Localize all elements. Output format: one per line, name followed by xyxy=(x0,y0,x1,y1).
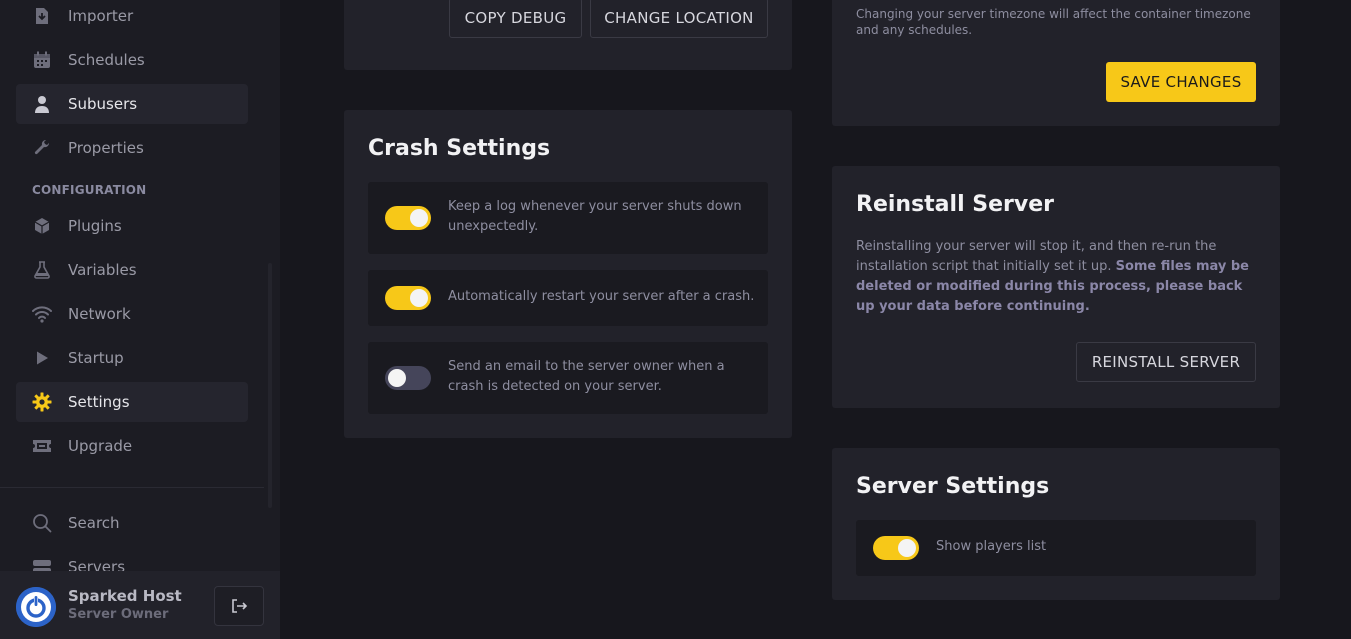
sidebar-item-label: Network xyxy=(68,305,131,323)
crash-setting-row-restart: Automatically restart your server after … xyxy=(368,270,768,326)
sidebar-item-properties[interactable]: Properties xyxy=(16,128,248,168)
sidebar-item-label: Search xyxy=(68,514,120,532)
reinstall-server-panel: Reinstall Server Reinstalling your serve… xyxy=(832,166,1280,408)
user-name: Sparked Host xyxy=(68,587,182,605)
timezone-panel: Changing your server timezone will affec… xyxy=(832,0,1280,126)
logout-button[interactable] xyxy=(214,586,264,626)
wrench-icon xyxy=(32,138,52,158)
toggle-knob xyxy=(898,539,916,557)
sidebar-item-label: Startup xyxy=(68,349,124,367)
timezone-note: Changing your server timezone will affec… xyxy=(856,7,1251,37)
user-bar: Sparked Host Server Owner xyxy=(0,571,280,639)
debug-info-panel: COPY DEBUG CHANGE LOCATION xyxy=(344,0,792,70)
sidebar-item-search[interactable]: Search xyxy=(16,503,248,543)
crash-setting-row-email: Send an email to the server owner when a… xyxy=(368,342,768,414)
sidebar-item-startup[interactable]: Startup xyxy=(16,338,248,378)
sidebar-item-label: Subusers xyxy=(68,95,138,113)
reinstall-server-button[interactable]: REINSTALL SERVER xyxy=(1076,342,1256,382)
sidebar-item-label: Variables xyxy=(68,261,137,279)
sidebar: Importer Schedules Subusers Properties C… xyxy=(0,0,280,639)
sidebar-item-label: Upgrade xyxy=(68,437,133,455)
sidebar-item-label: Properties xyxy=(68,139,144,157)
toggle-auto-restart[interactable] xyxy=(385,286,431,310)
sidebar-item-label: Plugins xyxy=(68,217,122,235)
server-setting-row-players: Show players list xyxy=(856,520,1256,576)
toggle-email-owner[interactable] xyxy=(385,366,431,390)
toggle-knob xyxy=(388,369,406,387)
toggle-keep-log[interactable] xyxy=(385,206,431,230)
reinstall-description: Reinstalling your server will stop it, a… xyxy=(856,237,1256,317)
crash-setting-row-log: Keep a log whenever your server shuts do… xyxy=(368,182,768,254)
sidebar-item-plugins[interactable]: Plugins xyxy=(16,206,248,246)
save-changes-button[interactable]: SAVE CHANGES xyxy=(1106,62,1256,102)
file-import-icon xyxy=(32,6,52,26)
power-logo-icon xyxy=(16,587,56,627)
sidebar-item-label: Settings xyxy=(68,393,130,411)
setting-text: Keep a log whenever your server shuts do… xyxy=(448,199,742,234)
sidebar-item-settings[interactable]: Settings xyxy=(16,382,248,422)
sidebar-item-upgrade[interactable]: Upgrade xyxy=(16,426,248,466)
sidebar-item-label: Importer xyxy=(68,7,134,25)
cube-icon xyxy=(32,216,52,236)
setting-text: Send an email to the server owner when a… xyxy=(448,359,725,394)
ticket-icon xyxy=(32,436,52,456)
toggle-knob xyxy=(410,289,428,307)
toggle-knob xyxy=(410,209,428,227)
sidebar-section-configuration: CONFIGURATION xyxy=(32,183,147,197)
wifi-icon xyxy=(32,304,52,324)
user-icon xyxy=(32,94,52,114)
gear-icon xyxy=(32,392,52,412)
server-settings-title: Server Settings xyxy=(856,474,1050,499)
change-location-button[interactable]: CHANGE LOCATION xyxy=(590,0,768,38)
user-role: Server Owner xyxy=(68,607,169,622)
sidebar-item-subusers[interactable]: Subusers xyxy=(16,84,248,124)
toggle-show-players[interactable] xyxy=(873,536,919,560)
sidebar-item-network[interactable]: Network xyxy=(16,294,248,334)
server-settings-panel: Server Settings Show players list xyxy=(832,448,1280,600)
setting-text: Show players list xyxy=(936,539,1047,554)
sidebar-item-importer[interactable]: Importer xyxy=(16,0,248,36)
crash-settings-panel: Crash Settings Keep a log whenever your … xyxy=(344,110,792,438)
sidebar-item-variables[interactable]: Variables xyxy=(16,250,248,290)
avatar[interactable] xyxy=(16,587,56,627)
setting-text: Automatically restart your server after … xyxy=(448,289,755,304)
sidebar-divider xyxy=(0,487,264,488)
sidebar-item-schedules[interactable]: Schedules xyxy=(16,40,248,80)
sidebar-item-label: Schedules xyxy=(68,51,145,69)
play-icon xyxy=(32,348,52,368)
logout-icon xyxy=(232,599,248,613)
calendar-icon xyxy=(32,50,52,70)
search-icon xyxy=(32,513,52,533)
copy-debug-button[interactable]: COPY DEBUG xyxy=(449,0,582,38)
reinstall-title: Reinstall Server xyxy=(856,192,1054,217)
flask-icon xyxy=(32,260,52,280)
crash-settings-title: Crash Settings xyxy=(368,136,551,161)
sidebar-scrollbar[interactable] xyxy=(268,263,272,508)
